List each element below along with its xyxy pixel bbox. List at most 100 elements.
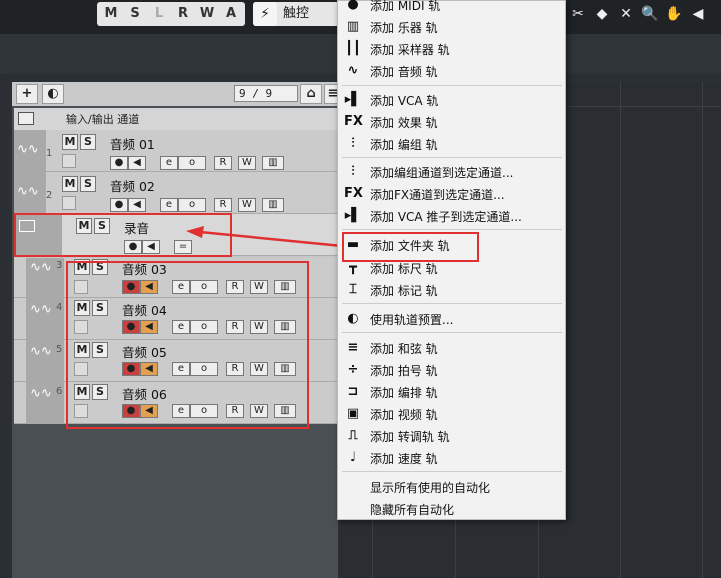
- video-icon: ▣: [346, 406, 360, 421]
- track-color[interactable]: [62, 196, 76, 210]
- write-button[interactable]: W: [238, 198, 256, 212]
- marker-icon: ⌶: [349, 282, 357, 297]
- write-button[interactable]: W: [238, 156, 256, 170]
- track-preset-button[interactable]: ◐: [42, 84, 64, 104]
- menu-item-add-arranger[interactable]: ⊐ 添加 编排 轨: [338, 381, 565, 403]
- track-color[interactable]: [62, 154, 76, 168]
- menu-item-add-group-to-selected[interactable]: ⫶ 添加编组通道到选定通道...: [338, 161, 565, 183]
- preset-icon: ◐: [347, 311, 359, 326]
- sampler-icon: ┃┃: [345, 41, 361, 56]
- audio-wave-icon: ∿: [347, 63, 359, 78]
- track-number: 4: [56, 302, 63, 313]
- track-name: 音频 02: [110, 179, 155, 194]
- menu-item-add-instrument[interactable]: ▥ 添加 乐器 轨: [338, 16, 565, 38]
- transpose-icon: ⎍: [348, 428, 358, 443]
- menu-item-use-preset[interactable]: ◐ 使用轨道预置...: [338, 308, 565, 330]
- record-enable-button[interactable]: ●: [110, 198, 128, 212]
- tracks-highlight-box: [66, 261, 309, 429]
- chord-icon: ≡: [347, 340, 359, 355]
- menu-item-hide-automation[interactable]: 隐藏所有自动化: [338, 498, 565, 520]
- vca-icon: ▸▌: [344, 208, 362, 223]
- menu-item-add-vca[interactable]: ▸▌ 添加 VCA 轨: [338, 89, 565, 111]
- visibility-button[interactable]: ⌂: [300, 84, 322, 104]
- vca-icon: ▸▌: [344, 92, 362, 107]
- timebase-button[interactable]: o: [178, 198, 206, 212]
- menu-item-show-automation[interactable]: 显示所有使用的自动化: [338, 476, 565, 498]
- mute-button[interactable]: M: [62, 176, 78, 192]
- track-number: 2: [46, 190, 53, 201]
- split-icon[interactable]: ✂: [566, 2, 590, 26]
- edit-button[interactable]: e: [160, 198, 178, 212]
- menu-item-add-ruler[interactable]: ┳ 添加 标尺 轨: [338, 257, 565, 279]
- grid-line: [702, 82, 703, 578]
- automation-icon: ⚡: [253, 2, 277, 26]
- menu-item-add-fx[interactable]: FX 添加 效果 轨: [338, 111, 565, 133]
- edit-button[interactable]: e: [160, 156, 178, 170]
- folder-icon: [18, 112, 34, 125]
- play-icon[interactable]: ◀: [686, 2, 710, 26]
- io-channel-row[interactable]: 输入/输出 通道: [14, 108, 338, 130]
- track-row[interactable]: ∿∿ 1 M S 音频 01 ● ◀ e o R W ▥: [14, 130, 338, 172]
- grid-line: [620, 82, 621, 578]
- menu-item-add-group[interactable]: ⫶ 添加 编组 轨: [338, 133, 565, 155]
- arranger-icon: ⊐: [347, 384, 359, 399]
- annotation-arrow: [186, 226, 343, 248]
- menu-item-add-vca-to-selected[interactable]: ▸▌ 添加 VCA 推子到选定通道...: [338, 205, 565, 227]
- add-track-button[interactable]: +: [16, 84, 38, 104]
- mode-a-button[interactable]: A: [219, 2, 243, 26]
- monitor-button[interactable]: ◀: [128, 156, 146, 170]
- mode-r-button[interactable]: R: [171, 2, 195, 26]
- menu-item-add-fx-to-selected[interactable]: FX 添加FX通道到选定通道...: [338, 183, 565, 205]
- audio-wave-icon: ∿∿: [17, 184, 39, 199]
- audio-wave-icon: ∿∿: [17, 142, 39, 157]
- track-number: 1: [46, 148, 53, 159]
- audio-wave-icon: ∿∿: [30, 302, 52, 317]
- menu-separator: [342, 303, 562, 304]
- mute-x-icon[interactable]: ✕: [614, 2, 638, 26]
- fx-icon: FX: [344, 114, 363, 129]
- track-list-toolbar: + ◐ 9 / 9 ⌂ ≡: [12, 82, 342, 106]
- menu-separator: [342, 229, 562, 230]
- zoom-icon[interactable]: 🔍: [638, 2, 662, 26]
- menu-item-add-midi[interactable]: ● 添加 MIDI 轨: [338, 0, 565, 16]
- menu-item-add-transpose[interactable]: ⎍ 添加 转调轨 轨: [338, 425, 565, 447]
- menu-separator: [342, 471, 562, 472]
- lanes-button[interactable]: ▥: [262, 198, 284, 212]
- mode-m-button[interactable]: M: [99, 2, 123, 26]
- menu-item-add-video[interactable]: ▣ 添加 视频 轨: [338, 403, 565, 425]
- mode-s-button[interactable]: S: [123, 2, 147, 26]
- track-row[interactable]: ∿∿ 2 M S 音频 02 ● ◀ e o R W ▥: [14, 172, 338, 214]
- automation-touch-select[interactable]: ⚡ 触控: [253, 2, 339, 26]
- menu-item-add-chord[interactable]: ≡ 添加 和弦 轨: [338, 337, 565, 359]
- menu-item-add-marker[interactable]: ⌶ 添加 标记 轨: [338, 279, 565, 301]
- monitor-button[interactable]: ◀: [128, 198, 146, 212]
- record-enable-button[interactable]: ●: [110, 156, 128, 170]
- audio-wave-icon: ∿∿: [30, 386, 52, 401]
- track-number: 3: [56, 260, 63, 271]
- menu-item-add-signature[interactable]: ÷ 添加 拍号 轨: [338, 359, 565, 381]
- mode-l-button[interactable]: L: [147, 2, 171, 26]
- instrument-icon: ▥: [346, 19, 360, 34]
- solo-button[interactable]: S: [80, 134, 96, 150]
- read-button[interactable]: R: [214, 156, 232, 170]
- menu-item-add-tempo[interactable]: ♩ 添加 速度 轨: [338, 447, 565, 469]
- track-type-area: ∿∿: [14, 172, 46, 213]
- menu-item-add-audio[interactable]: ∿ 添加 音频 轨: [338, 60, 565, 82]
- track-name: 音频 01: [110, 137, 155, 152]
- erase-icon[interactable]: ◆: [590, 2, 614, 26]
- timebase-button[interactable]: o: [178, 156, 206, 170]
- menu-separator: [342, 85, 562, 86]
- lanes-button[interactable]: ▥: [262, 156, 284, 170]
- io-channel-label: 输入/输出 通道: [66, 113, 140, 126]
- track-counter: 9 / 9: [234, 85, 298, 102]
- menu-item-add-sampler[interactable]: ┃┃ 添加 采样器 轨: [338, 38, 565, 60]
- read-button[interactable]: R: [214, 198, 232, 212]
- mode-w-button[interactable]: W: [195, 2, 219, 26]
- track-type-area: ∿∿: [14, 130, 46, 171]
- menu-separator: [342, 157, 562, 158]
- solo-button[interactable]: S: [80, 176, 96, 192]
- hand-icon[interactable]: ✋: [662, 2, 686, 26]
- midi-icon: ●: [347, 0, 359, 12]
- tempo-icon: ♩: [349, 450, 357, 465]
- mute-button[interactable]: M: [62, 134, 78, 150]
